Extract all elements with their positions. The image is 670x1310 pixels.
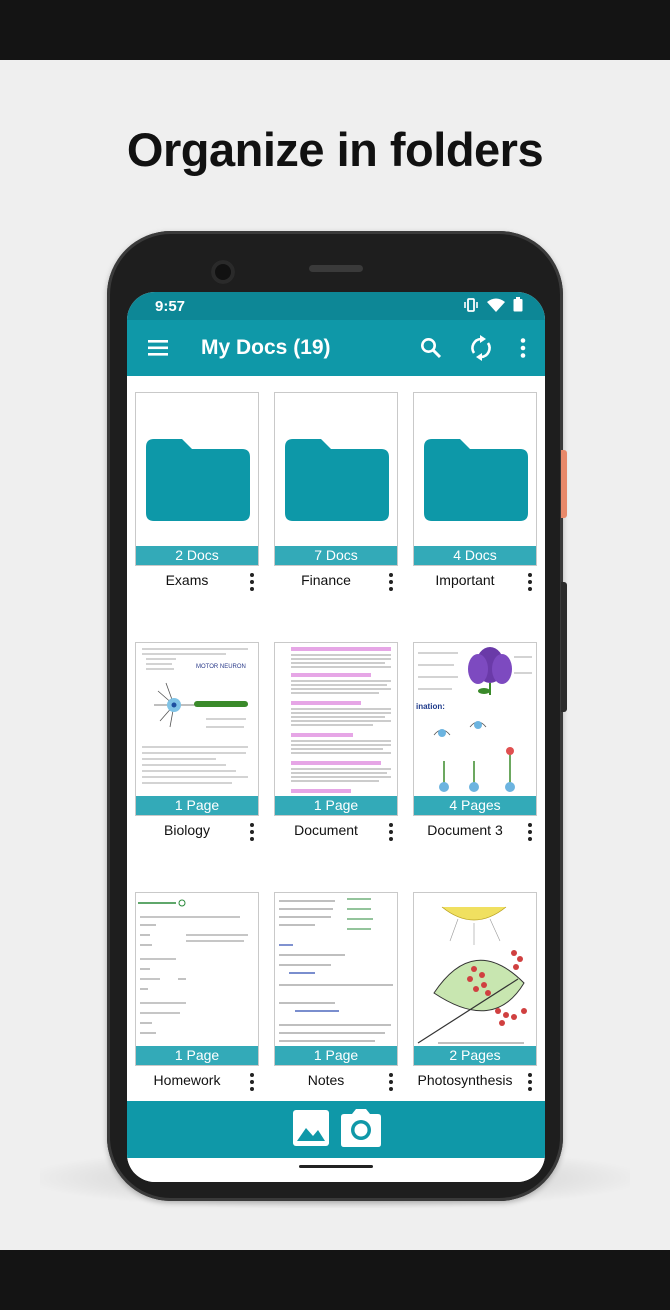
item-name: Exams — [165, 572, 209, 588]
flower-diagram-image: ination: — [416, 647, 532, 792]
folder-icon — [424, 439, 528, 521]
page-title: My Docs (19) — [201, 336, 331, 359]
highlighted-text-page-image — [291, 647, 391, 793]
front-camera — [211, 260, 235, 284]
document-thumbnail[interactable]: 1 Page — [135, 892, 259, 1066]
item-count: 1 Page — [136, 796, 258, 815]
folder-card-exams[interactable]: 2 Docs Exams — [135, 392, 259, 591]
wifi-icon — [487, 298, 505, 312]
document-grid: 2 Docs Exams 7 Docs Finance 4 Docs Impor… — [127, 376, 545, 1101]
thumb-heading: MOTOR NEURON — [196, 664, 246, 670]
item-count: 1 Page — [275, 796, 397, 815]
document-thumbnail[interactable]: 1 Page — [274, 892, 398, 1066]
item-more-icon[interactable] — [245, 1072, 259, 1092]
gesture-nav-bar — [127, 1158, 545, 1182]
item-name: Document 3 — [427, 822, 503, 838]
thumb-heading: ination: — [416, 702, 445, 711]
document-thumbnail[interactable]: ination: 4 Pages — [413, 642, 537, 816]
document-thumbnail[interactable]: MOTOR NEURON 1 Page — [135, 642, 259, 816]
item-more-icon[interactable] — [384, 1072, 398, 1092]
status-time: 9:57 — [155, 298, 186, 315]
folder-thumbnail[interactable]: 4 Docs — [413, 392, 537, 566]
battery-icon — [513, 297, 523, 312]
item-name: Photosynthesis — [417, 1072, 513, 1088]
document-thumbnail[interactable]: 2 Pages — [413, 892, 537, 1066]
app-bar: My Docs (19) — [127, 320, 545, 376]
item-count: 2 Pages — [414, 1046, 536, 1065]
item-more-icon[interactable] — [384, 822, 398, 842]
item-name: Notes — [307, 1072, 345, 1088]
document-thumbnail[interactable]: 1 Page — [274, 642, 398, 816]
app-screen: 9:57 My Docs (19) 2 Docs Exams 7 Docs Fi… — [127, 292, 545, 1182]
home-indicator[interactable] — [299, 1165, 373, 1168]
item-count: 7 Docs — [275, 546, 397, 565]
phone-volume-button — [561, 582, 567, 712]
folder-icon — [285, 439, 389, 521]
top-letterbox — [0, 0, 670, 60]
document-card-biology[interactable]: MOTOR NEURON 1 Page Biology — [135, 642, 259, 841]
item-count: 1 Page — [275, 1046, 397, 1065]
camera-icon[interactable] — [340, 1108, 382, 1148]
folder-card-important[interactable]: 4 Docs Important — [413, 392, 537, 591]
vibrate-icon — [464, 297, 478, 312]
leaf-diagram-image — [417, 906, 527, 1044]
search-icon[interactable] — [417, 334, 445, 362]
item-count: 4 Docs — [414, 546, 536, 565]
hamburger-menu-icon[interactable] — [145, 334, 173, 362]
item-count: 1 Page — [136, 1046, 258, 1065]
folder-icon — [146, 439, 250, 521]
phone-power-button — [561, 450, 567, 518]
document-card-photosynthesis[interactable]: 2 Pages Photosynthesis — [413, 892, 537, 1091]
item-more-icon[interactable] — [384, 572, 398, 592]
document-card-notes[interactable]: 1 Page Notes — [274, 892, 398, 1091]
document-card-document[interactable]: 1 Page Document — [274, 642, 398, 841]
item-name: Finance — [301, 572, 351, 588]
item-more-icon[interactable] — [523, 1072, 537, 1092]
neuron-sketch-image: MOTOR NEURON — [142, 648, 248, 784]
math-homework-image — [138, 899, 248, 1034]
more-vertical-icon[interactable] — [509, 334, 537, 362]
item-name: Biology — [164, 822, 210, 838]
sync-icon[interactable] — [467, 334, 495, 362]
handwritten-notes-image — [279, 898, 393, 1042]
promo-headline: Organize in folders — [126, 123, 544, 176]
earpiece-speaker — [309, 265, 363, 272]
item-more-icon[interactable] — [523, 572, 537, 592]
item-more-icon[interactable] — [245, 572, 259, 592]
folder-card-finance[interactable]: 7 Docs Finance — [274, 392, 398, 591]
folder-thumbnail[interactable]: 7 Docs — [274, 392, 398, 566]
item-name: Document — [294, 822, 358, 838]
item-more-icon[interactable] — [245, 822, 259, 842]
item-count: 2 Docs — [136, 546, 258, 565]
item-count: 4 Pages — [414, 796, 536, 815]
document-card-document-3[interactable]: ination: 4 Pages Document 3 — [413, 642, 537, 841]
gallery-icon[interactable] — [292, 1109, 330, 1147]
document-card-homework[interactable]: 1 Page Homework — [135, 892, 259, 1091]
folder-thumbnail[interactable]: 2 Docs — [135, 392, 259, 566]
item-name: Important — [435, 572, 495, 588]
item-name: Homework — [153, 1072, 221, 1088]
status-bar: 9:57 — [127, 292, 545, 320]
bottom-action-bar — [127, 1101, 545, 1158]
bottom-letterbox — [0, 1250, 670, 1310]
item-more-icon[interactable] — [523, 822, 537, 842]
